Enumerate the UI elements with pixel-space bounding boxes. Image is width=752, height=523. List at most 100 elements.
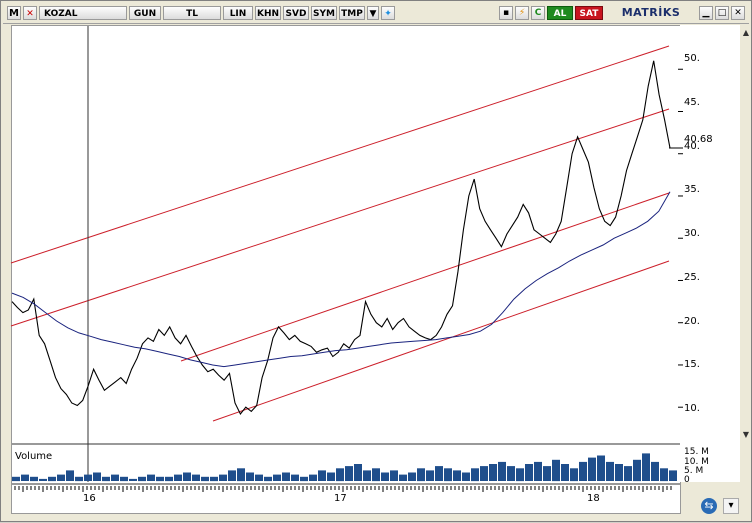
volume-bar	[75, 476, 83, 482]
volume-bar	[228, 470, 236, 481]
volume-bar	[12, 476, 20, 482]
volume-bar	[219, 474, 227, 481]
volume-tick-label: 15. M	[684, 447, 709, 457]
volume-bar	[651, 461, 659, 481]
volume-bar	[120, 476, 128, 482]
scroll-down-icon[interactable]: ▼	[741, 429, 751, 441]
volume-bar	[525, 464, 533, 481]
y-tick-label: 35.	[684, 184, 700, 195]
volume-bar	[156, 476, 164, 482]
volume-bar	[426, 470, 434, 481]
y-tick-label: 20.	[684, 316, 700, 327]
trend-channel-line	[10, 108, 670, 327]
volume-bar	[543, 466, 551, 481]
volume-bar	[624, 466, 632, 481]
sync-icon[interactable]: ⇆	[701, 498, 717, 514]
x-tick-label: 16	[83, 493, 96, 504]
volume-bar	[534, 461, 542, 481]
trend-channel-line	[212, 260, 670, 422]
volume-bar	[363, 470, 371, 481]
volume-bar	[561, 464, 569, 481]
volume-bar	[192, 474, 200, 481]
volume-bar	[264, 476, 272, 482]
volume-bar	[372, 468, 380, 482]
volume-bar	[138, 476, 146, 482]
volume-bar	[507, 466, 515, 481]
volume-bar	[147, 474, 155, 481]
volume-tick-label: 0	[684, 475, 690, 485]
volume-bar	[579, 461, 587, 481]
volume-bar	[417, 468, 425, 482]
volume-bar	[30, 476, 38, 482]
y-tick-label: 50.	[684, 53, 700, 64]
settings-icon[interactable]: ▾	[723, 498, 739, 514]
trend-channel-line	[10, 45, 670, 264]
volume-bar	[165, 476, 173, 482]
volume-bar	[237, 468, 245, 482]
volume-bar	[642, 453, 650, 481]
volume-bar	[462, 472, 470, 481]
volume-bar	[327, 472, 335, 481]
volume-bar	[669, 470, 677, 481]
volume-bar	[633, 459, 641, 482]
volume-bar	[480, 466, 488, 481]
price-series-line	[11, 60, 671, 416]
volume-bar	[471, 468, 479, 482]
last-price-label: 40.68	[684, 134, 713, 145]
x-tick-label: 18	[587, 493, 600, 504]
volume-bar	[399, 474, 407, 481]
volume-bar	[606, 461, 614, 481]
volume-bar	[102, 476, 110, 482]
volume-bar	[615, 464, 623, 481]
volume-bar	[660, 468, 668, 482]
y-tick-label: 45.	[684, 97, 700, 108]
y-tick-label: 30.	[684, 228, 700, 239]
y-tick-label: 15.	[684, 359, 700, 370]
volume-bar	[21, 474, 29, 481]
volume-bar	[552, 459, 560, 482]
y-tick-label: 10.	[684, 403, 700, 414]
volume-bar	[300, 476, 308, 482]
volume-bar	[39, 478, 47, 481]
volume-bar	[489, 464, 497, 481]
scroll-up-icon[interactable]: ▲	[741, 27, 751, 39]
volume-bar	[291, 474, 299, 481]
volume-bar	[444, 468, 452, 482]
volume-bar	[93, 472, 101, 481]
moving-average-line	[11, 191, 671, 368]
volume-bar	[129, 478, 137, 481]
volume-bar	[282, 472, 290, 481]
volume-bar	[174, 474, 182, 481]
volume-bar	[597, 455, 605, 481]
volume-label: Volume	[15, 451, 53, 462]
volume-bar	[354, 464, 362, 481]
trend-channel-line	[180, 192, 670, 362]
x-tick-label: 17	[334, 493, 347, 504]
volume-bar	[273, 474, 281, 481]
chart-canvas	[10, 26, 683, 492]
volume-bar	[336, 468, 344, 482]
volume-bar	[66, 470, 74, 481]
volume-bar	[201, 476, 209, 482]
y-tick-label: 25.	[684, 272, 700, 283]
volume-bar	[318, 470, 326, 481]
volume-bar	[111, 474, 119, 481]
volume-bar	[345, 466, 353, 481]
volume-bar	[57, 474, 65, 481]
chart-window: M ✕ KOZAL GUN TL LIN KHN SVD SYM TMP ▼ ✦…	[0, 0, 752, 522]
volume-bar	[453, 470, 461, 481]
volume-bar	[435, 466, 443, 481]
volume-bar	[588, 457, 596, 481]
volume-bar	[390, 470, 398, 481]
volume-bar	[183, 472, 191, 481]
volume-bar	[381, 472, 389, 481]
volume-bar	[255, 474, 263, 481]
volume-bar	[516, 468, 524, 482]
volume-bar	[210, 476, 218, 482]
volume-bar	[246, 472, 254, 481]
volume-bar	[570, 468, 578, 482]
volume-bar	[84, 474, 92, 481]
volume-bar	[498, 461, 506, 481]
volume-bar	[48, 476, 56, 482]
volume-bar	[309, 474, 317, 481]
